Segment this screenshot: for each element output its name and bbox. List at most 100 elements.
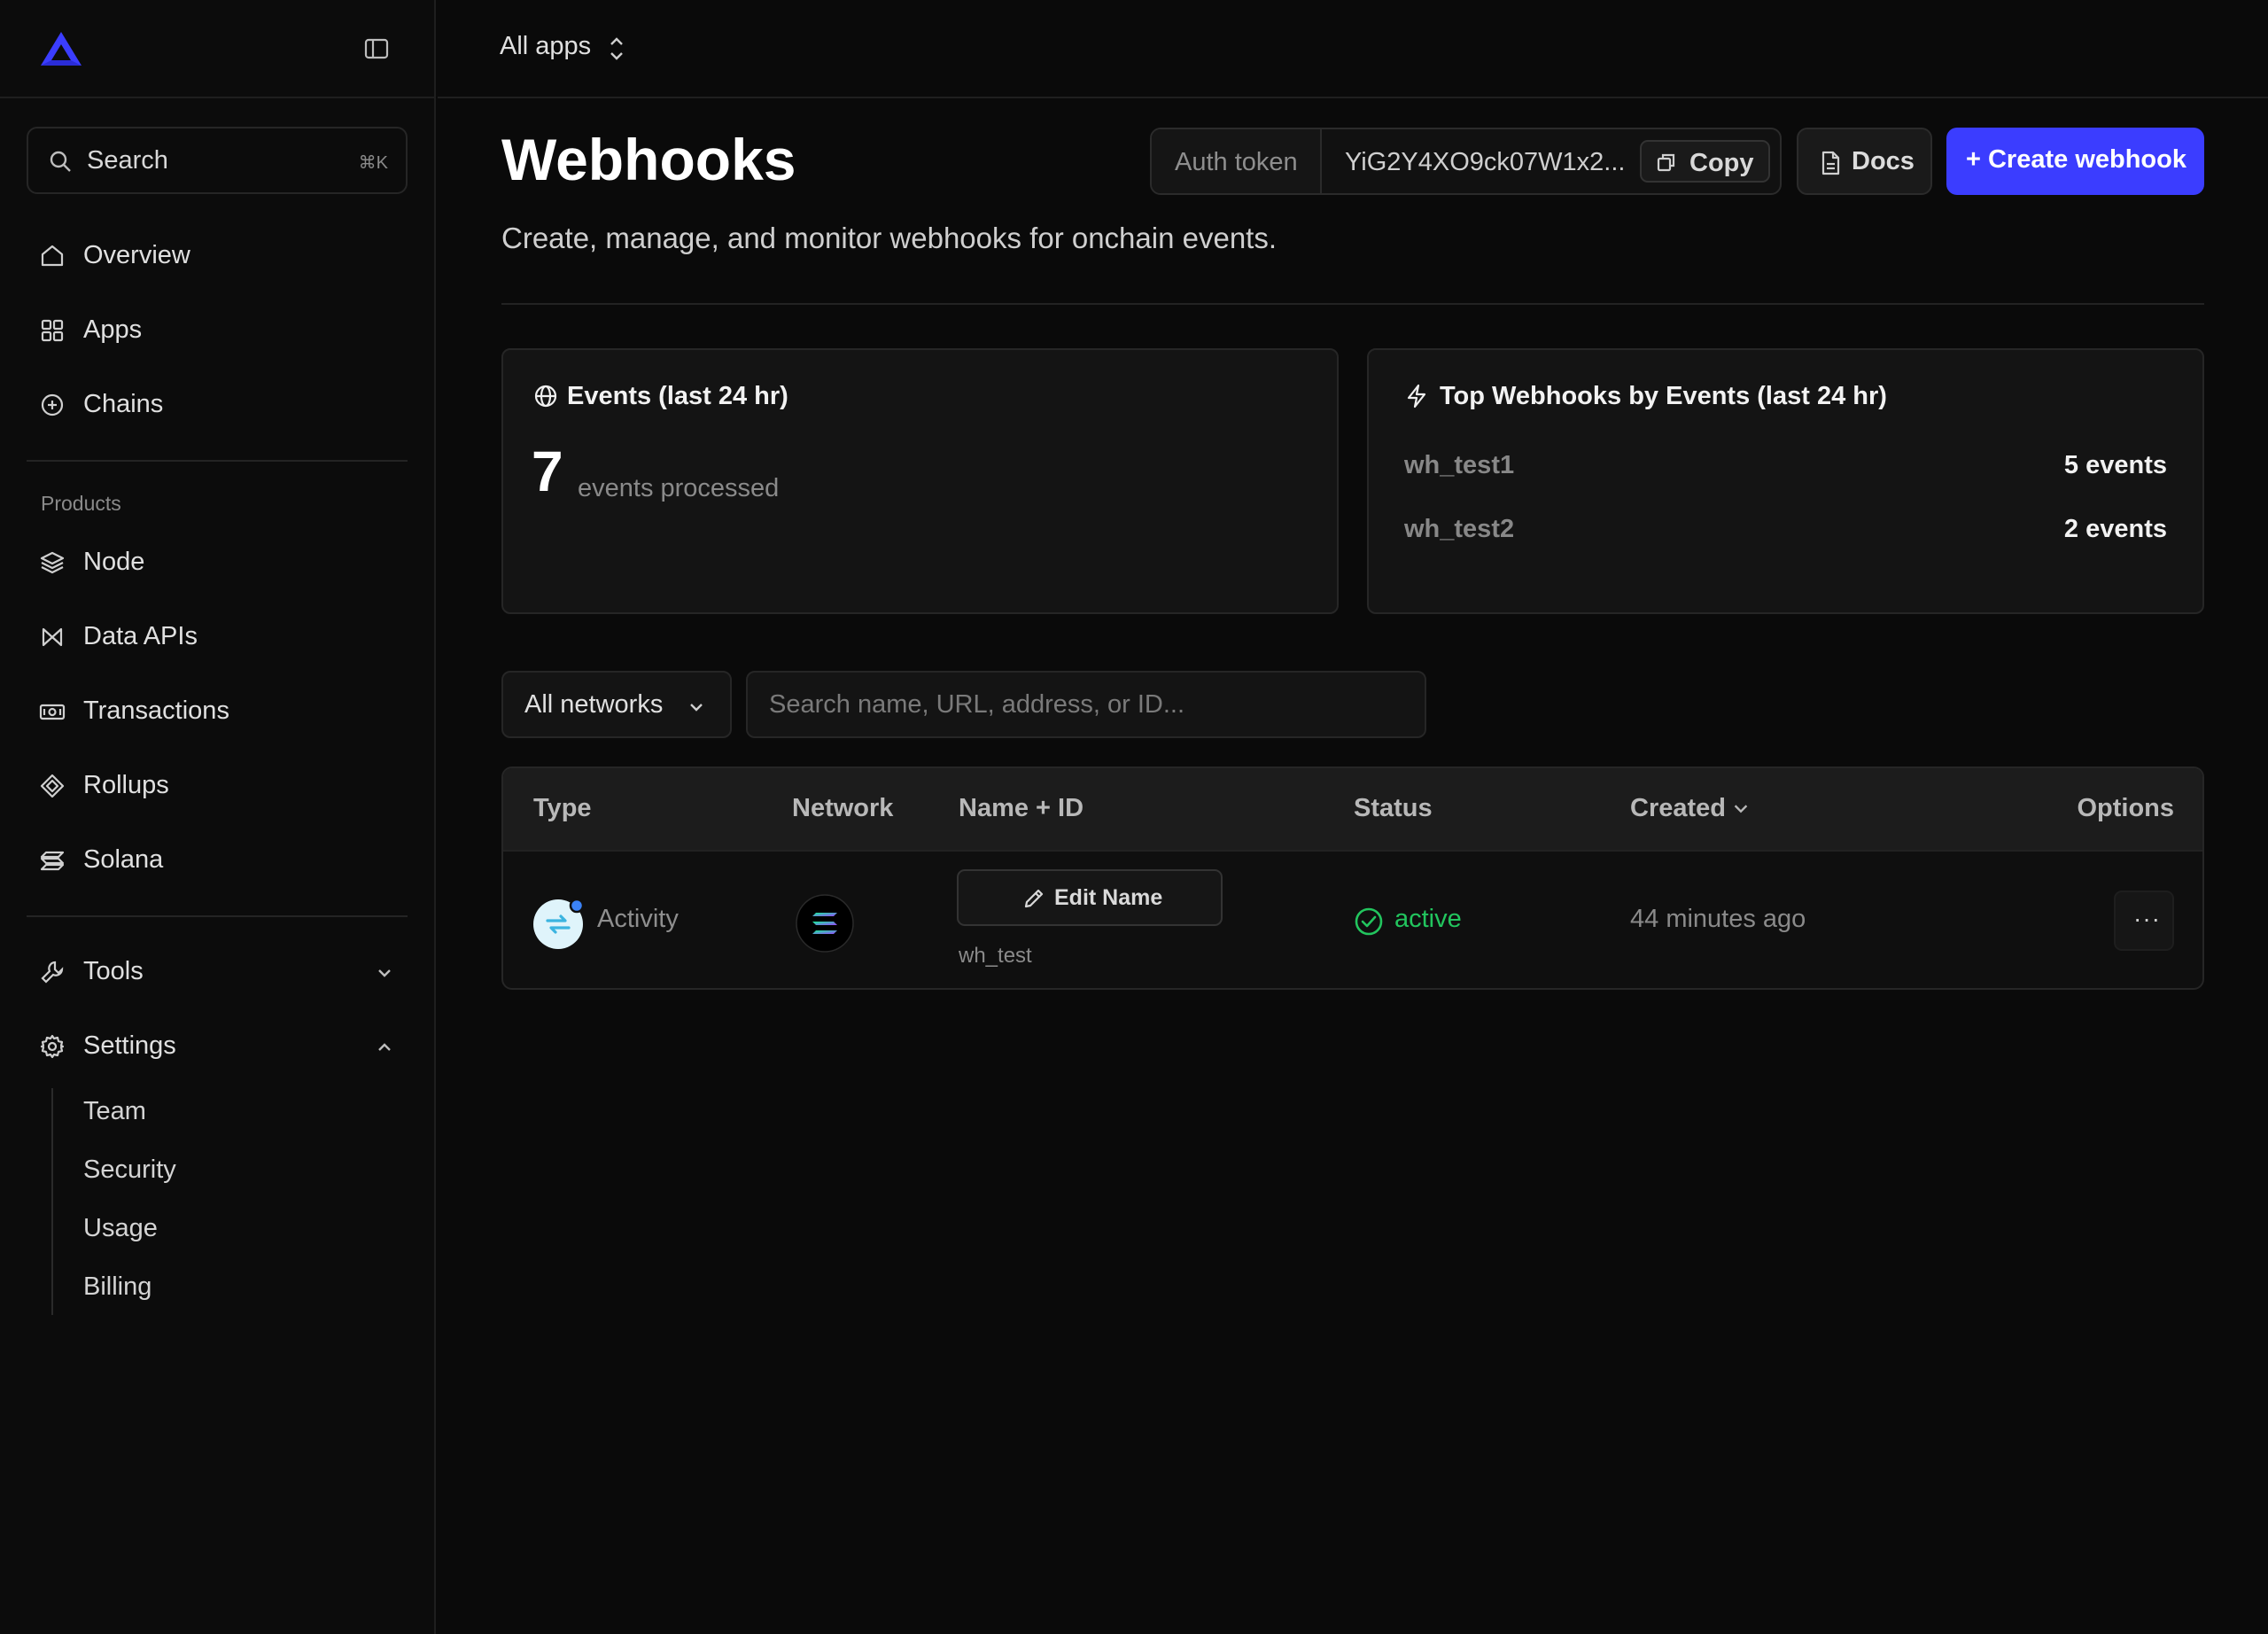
column-header-status: Status [1354, 794, 1433, 822]
chevron-down-icon[interactable] [374, 962, 395, 984]
sidebar-item-label: Tools [83, 957, 144, 985]
document-icon [1821, 151, 1840, 175]
activity-icon [533, 898, 585, 949]
auth-token-value[interactable]: YiG2Y4XO9ck07W1x2... [1345, 148, 1625, 177]
globe-icon [534, 385, 557, 408]
logo-icon[interactable] [39, 30, 83, 67]
table-header: Type Network Name + ID Status Created Op… [503, 768, 2202, 850]
sidebar-item-data-apis[interactable]: Data APIs [27, 610, 408, 665]
sidebar-item-solana[interactable]: Solana [27, 833, 408, 888]
layers-icon [40, 551, 65, 574]
sidebar-header [0, 0, 434, 98]
sidebar-item-label: Settings [83, 1031, 176, 1060]
events-count-label: events processed [578, 474, 780, 502]
sidebar-subitem-billing[interactable]: Billing [83, 1272, 151, 1302]
header-divider [501, 303, 2204, 305]
chevron-down-icon [690, 704, 703, 712]
data-api-icon [42, 627, 63, 647]
banknote-icon [39, 704, 66, 720]
webhooks-table: Type Network Name + ID Status Created Op… [501, 766, 2204, 990]
sidebar-item-label: Transactions [83, 696, 229, 725]
app-switcher[interactable]: All apps [500, 32, 591, 61]
solana-icon [40, 851, 65, 871]
webhook-type: Activity [597, 905, 679, 933]
top-webhook-row: wh_test1 5 events [1404, 451, 2167, 486]
network-filter-value: All networks [524, 690, 664, 719]
sidebar-subitem-usage[interactable]: Usage [83, 1214, 158, 1243]
create-webhook-label: + Create webhook [1966, 145, 2186, 174]
home-icon [41, 245, 64, 267]
edit-name-button[interactable]: Edit Name [957, 869, 1223, 926]
top-webhook-name: wh_test1 [1404, 451, 1515, 479]
page-title: Webhooks [501, 127, 796, 192]
sidebar-divider [27, 915, 408, 917]
top-webhooks-card: Top Webhooks by Events (last 24 hr) wh_t… [1367, 348, 2204, 614]
sidebar-search[interactable]: Search ⌘K [27, 127, 408, 194]
status-badge: active [1394, 905, 1462, 933]
sidebar-item-apps[interactable]: Apps [27, 303, 408, 358]
page-subtitle: Create, manage, and monitor webhooks for… [501, 222, 1278, 254]
table-row[interactable]: Activity Edit Name wh_test active 44 min… [503, 850, 2202, 988]
network-filter-select[interactable]: All networks [501, 671, 732, 738]
sidebar-item-transactions[interactable]: Transactions [27, 684, 408, 739]
chevron-up-down-icon[interactable] [606, 34, 627, 64]
sidebar-subitem-team[interactable]: Team [83, 1097, 146, 1126]
sidebar-item-tools[interactable]: Tools [27, 945, 408, 1000]
sidebar-item-label: Data APIs [83, 622, 198, 650]
auth-token-label-box: Auth token [1152, 129, 1322, 193]
sidebar-divider [27, 460, 408, 462]
docs-button[interactable]: Docs [1797, 128, 1932, 195]
row-options-button[interactable]: ··· [2114, 891, 2174, 951]
webhook-search-input[interactable] [746, 671, 1426, 738]
sidebar: Search ⌘K Overview Apps Chains Products … [0, 0, 436, 1634]
sidebar-item-label: Overview [83, 241, 190, 269]
sidebar-item-label: Apps [83, 315, 143, 344]
sidebar-item-chains[interactable]: Chains [27, 377, 408, 432]
events-card-title: Events (last 24 hr) [567, 382, 788, 410]
auth-token-label: Auth token [1175, 148, 1298, 176]
column-header-type: Type [533, 794, 592, 822]
top-webhook-name: wh_test2 [1404, 515, 1515, 543]
wrench-icon [41, 961, 64, 984]
check-circle-icon [1355, 907, 1383, 936]
lightning-icon [1407, 384, 1426, 408]
topbar: All apps [438, 0, 2268, 98]
sidebar-item-overview[interactable]: Overview [27, 229, 408, 284]
sidebar-item-settings[interactable]: Settings [27, 1019, 408, 1074]
solana-icon [796, 894, 854, 953]
gear-icon [40, 1034, 65, 1059]
column-header-name-id: Name + ID [959, 794, 1084, 822]
settings-tree-line [51, 1088, 53, 1315]
products-section-label: Products [41, 492, 121, 515]
search-shortcut: ⌘K [358, 153, 388, 173]
top-webhook-count: 2 events [2063, 515, 2167, 543]
edit-name-label: Edit Name [1054, 885, 1163, 910]
search-label: Search [87, 146, 168, 175]
events-count: 7 [532, 440, 563, 503]
more-horizontal-icon: ··· [2133, 905, 2161, 932]
sidebar-item-label: Rollups [83, 771, 169, 799]
sidebar-item-rollups[interactable]: Rollups [27, 759, 408, 813]
events-card: Events (last 24 hr) 7 events processed [501, 348, 1339, 614]
copy-icon [1657, 153, 1675, 172]
plus-circle-icon [41, 393, 64, 416]
column-header-options: Options [2077, 794, 2174, 822]
copy-button[interactable]: Copy [1640, 140, 1770, 183]
sidebar-item-label: Node [83, 548, 145, 576]
sidebar-item-label: Chains [83, 390, 164, 418]
sidebar-subitem-security[interactable]: Security [83, 1155, 176, 1185]
chevron-up-icon[interactable] [374, 1037, 395, 1058]
webhook-id: wh_test [959, 944, 1032, 968]
sort-chevron-down-icon[interactable] [1731, 798, 1751, 818]
sidebar-item-node[interactable]: Node [27, 535, 408, 590]
top-webhook-row: wh_test2 2 events [1404, 515, 2167, 550]
create-webhook-button[interactable]: + Create webhook [1946, 128, 2204, 195]
column-header-network: Network [792, 794, 894, 822]
column-header-created[interactable]: Created [1630, 794, 1726, 823]
auth-token-field: Auth token YiG2Y4XO9ck07W1x2... Copy [1150, 128, 1782, 195]
grid-icon [41, 319, 64, 342]
search-icon [50, 151, 71, 172]
sidebar-toggle-icon[interactable] [363, 35, 390, 62]
top-webhook-count: 5 events [2063, 451, 2167, 479]
top-webhooks-title: Top Webhooks by Events (last 24 hr) [1440, 382, 1887, 410]
